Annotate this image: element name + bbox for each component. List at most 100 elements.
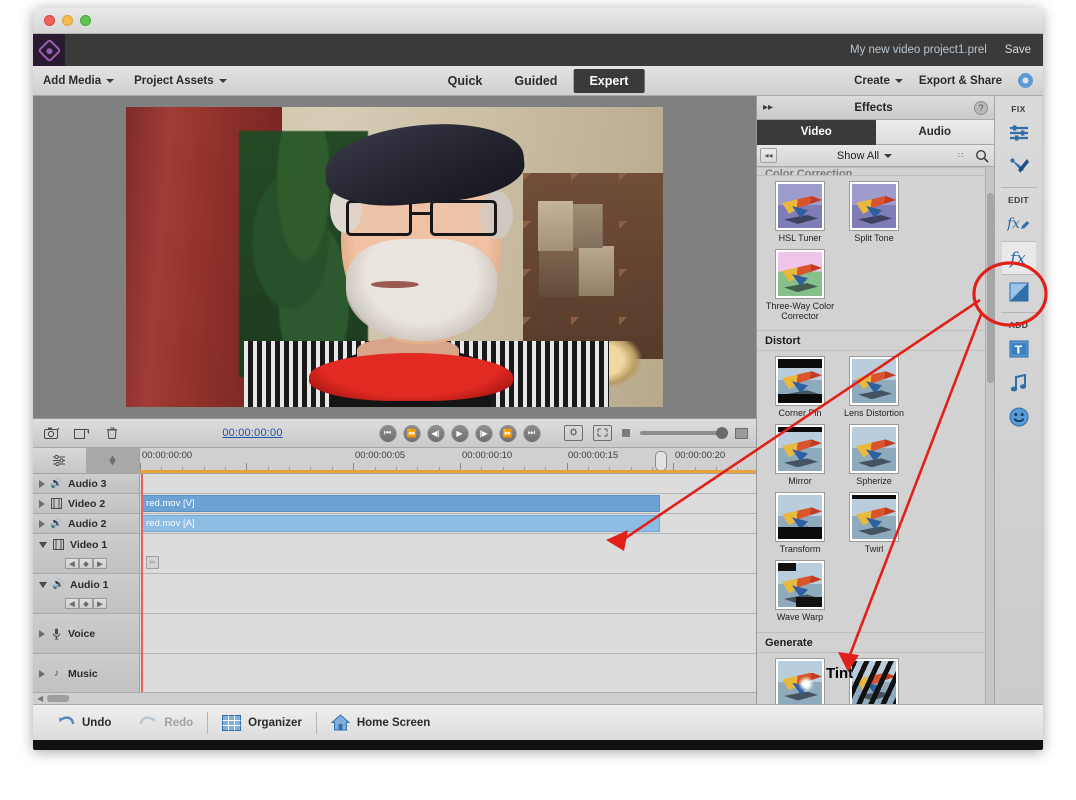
fx-effects-icon[interactable]: fx (1001, 241, 1036, 275)
effect-item[interactable]: HSL Tuner (763, 181, 837, 243)
scrollbar-thumb[interactable] (47, 695, 70, 702)
more-dots-icon[interactable]: ∷ (952, 148, 969, 163)
effect-item[interactable]: Split Tone (837, 181, 911, 243)
tools-wrench-screwdriver-icon[interactable] (1002, 150, 1036, 184)
zoom-slider-knob[interactable] (716, 427, 728, 439)
window-zoom-button[interactable] (80, 15, 91, 26)
effects-scrollbar-thumb[interactable] (987, 193, 994, 383)
monitor-settings-icon[interactable] (564, 425, 583, 441)
organizer-button[interactable]: Organizer (208, 714, 316, 731)
timeline-clip-audio[interactable]: red.mov [A] (141, 515, 660, 532)
adjustments-sliders-icon[interactable] (1002, 116, 1036, 150)
track-next-keyframe-button[interactable]: ▶ (93, 598, 107, 609)
timeline-zoom-slider[interactable] (640, 427, 728, 439)
menu-create[interactable]: Create (854, 75, 903, 87)
effects-vertical-scrollbar[interactable] (985, 167, 994, 704)
timeline-clip-video[interactable]: red.mov [V] (141, 495, 660, 512)
disclosure-triangle-icon[interactable] (39, 499, 45, 508)
window-minimize-button[interactable] (62, 15, 73, 26)
menu-project-assets[interactable]: Project Assets (134, 75, 227, 87)
clip-fx-marker-icon[interactable]: ✂ (146, 556, 159, 569)
track-prev-keyframe-button[interactable]: ◀ (65, 598, 79, 609)
video-film-icon[interactable] (52, 538, 65, 551)
play-icon[interactable]: ▶ (451, 424, 468, 442)
track-row-voice[interactable] (140, 614, 756, 654)
track-header-music[interactable]: ♪ Music (33, 654, 139, 692)
effect-item[interactable]: Transform (763, 492, 837, 554)
music-note-icon[interactable] (1002, 366, 1036, 400)
microphone-icon[interactable] (50, 627, 63, 640)
work-area-handle[interactable] (655, 451, 667, 471)
effect-item[interactable]: Twirl (837, 492, 911, 554)
tab-video-effects[interactable]: Video (757, 120, 876, 145)
track-settings-icon[interactable] (33, 448, 86, 473)
track-header-audio-1[interactable]: 🔊 Audio 1 ◀ ◆ ▶ (33, 574, 139, 614)
redo-button[interactable]: Redo (125, 715, 207, 731)
monitor-fullscreen-icon[interactable] (593, 425, 612, 441)
track-row-audio-2[interactable]: red.mov [A] (140, 514, 756, 534)
music-note-icon[interactable]: ♪ (50, 667, 63, 680)
effect-item[interactable]: Mirror (763, 424, 837, 486)
disclosure-triangle-icon[interactable] (39, 519, 45, 528)
effect-item[interactable]: Wave Warp (763, 560, 837, 622)
track-header-audio-2[interactable]: 🔊 Audio 2 (33, 514, 139, 534)
title-text-icon[interactable]: T (1002, 332, 1036, 366)
transitions-square-icon[interactable] (1002, 275, 1036, 309)
disclosure-triangle-icon[interactable] (39, 629, 45, 638)
trash-delete-icon[interactable] (101, 423, 123, 443)
step-forward-fast-icon[interactable]: ⏩ (499, 424, 516, 442)
zoom-in-icon[interactable] (735, 427, 748, 439)
track-row-video-1[interactable]: ✂ (140, 534, 756, 574)
track-row-music[interactable] (140, 654, 756, 692)
timeline-playhead[interactable] (141, 474, 143, 692)
window-close-button[interactable] (44, 15, 55, 26)
speaker-icon[interactable]: 🔊 (50, 517, 63, 530)
search-icon[interactable] (973, 148, 991, 164)
track-next-keyframe-button[interactable]: ▶ (93, 558, 107, 569)
track-prev-keyframe-button[interactable]: ◀ (65, 558, 79, 569)
split-clip-icon[interactable] (71, 423, 93, 443)
effect-item[interactable]: Corner Pin (763, 356, 837, 418)
timeline-ruler[interactable]: 00:00:00:00 00:00:00:05 00:00:00:10 00:0… (140, 448, 756, 473)
tab-audio-effects[interactable]: Audio (875, 120, 994, 145)
tab-quick[interactable]: Quick (432, 69, 499, 93)
scroll-left-arrow-icon[interactable]: ◀ (37, 694, 43, 703)
fx-pencil-icon[interactable]: fx (1002, 207, 1036, 241)
track-header-audio-3[interactable]: 🔊 Audio 3 (33, 474, 139, 494)
speaker-icon[interactable]: 🔊 (50, 477, 63, 490)
step-back-icon[interactable]: ◀| (427, 424, 444, 442)
back-arrows-icon[interactable]: ◂◂ (760, 148, 777, 163)
track-row-audio-3[interactable] (140, 474, 756, 494)
work-area-bar[interactable] (140, 470, 756, 473)
speaker-icon[interactable]: 🔊 (52, 578, 65, 591)
undo-button[interactable]: Undo (43, 715, 125, 731)
track-header-video-2[interactable]: Video 2 (33, 494, 139, 514)
gear-icon[interactable] (1018, 73, 1033, 88)
video-film-icon[interactable] (50, 497, 63, 510)
track-header-video-1[interactable]: Video 1 ◀ ◆ ▶ (33, 534, 139, 574)
effect-item[interactable]: Spherize (837, 424, 911, 486)
track-clip-area[interactable]: red.mov [V] red.mov [A] ✂ (140, 474, 756, 692)
tab-guided[interactable]: Guided (498, 69, 573, 93)
effect-item[interactable]: Lens Distortion (837, 356, 911, 418)
zoom-out-icon[interactable] (622, 429, 630, 437)
menu-add-media[interactable]: Add Media (43, 75, 115, 87)
current-timecode[interactable]: 00:00:00:00 (222, 427, 282, 439)
help-question-icon[interactable]: ? (974, 100, 988, 115)
timeline-horizontal-scrollbar[interactable]: ◀ (33, 692, 756, 704)
step-back-fast-icon[interactable]: ⏪ (403, 424, 420, 442)
track-add-keyframe-button[interactable]: ◆ (79, 558, 93, 569)
effect-item[interactable]: Three-Way Color Corrector (763, 249, 837, 321)
disclosure-triangle-icon[interactable] (39, 541, 47, 548)
track-row-video-2[interactable]: red.mov [V] (140, 494, 756, 514)
go-to-start-icon[interactable]: ⏮ (379, 424, 396, 442)
track-add-keyframe-button[interactable]: ◆ (79, 598, 93, 609)
step-forward-icon[interactable]: |▶ (475, 424, 492, 442)
track-row-audio-1[interactable] (140, 574, 756, 614)
effects-category-select[interactable]: Show All (781, 150, 948, 162)
smiley-face-icon[interactable] (1002, 400, 1036, 434)
video-preview[interactable] (126, 107, 663, 407)
go-to-end-icon[interactable]: ⏭ (523, 424, 540, 442)
collapse-panel-icon[interactable]: ▸▸ (763, 102, 773, 113)
snapshot-camera-icon[interactable] (41, 423, 63, 443)
